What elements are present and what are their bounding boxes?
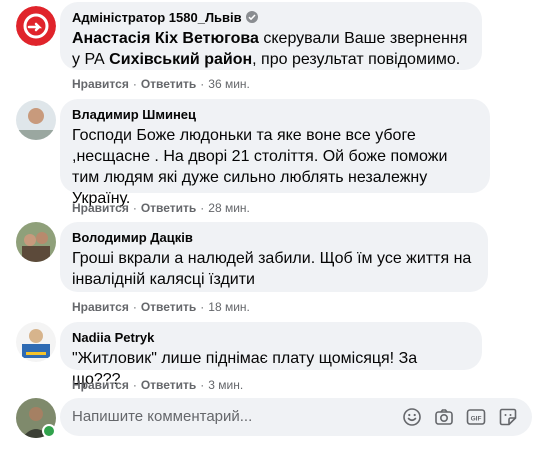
comment-input[interactable]: Напишите комментарий... GIF	[60, 398, 532, 436]
avatar[interactable]	[16, 100, 56, 140]
reply-button[interactable]: Ответить	[141, 378, 196, 392]
avatar[interactable]	[16, 222, 56, 262]
comment-actions: Нравится · Ответить · 3 мин.	[72, 377, 243, 393]
comment-text: Гроші вкрали а налюдей забили. Щоб їм ус…	[72, 250, 472, 288]
comment-text: Господи Боже людоньки та яке воне все уб…	[72, 127, 448, 207]
online-status-dot	[42, 424, 56, 438]
separator-dot: ·	[132, 77, 137, 91]
separator-dot: ·	[200, 77, 205, 91]
avatar[interactable]	[16, 6, 56, 46]
comment-bubble: Адміністратор 1580_Львів Анастасія Кіх В…	[60, 2, 482, 70]
comment-bubble: Владимир Шминец Господи Боже людоньки та…	[60, 99, 490, 207]
like-button[interactable]: Нравится	[72, 300, 129, 314]
comment-author[interactable]: Nadiia Petryk	[72, 330, 154, 345]
like-button[interactable]: Нравится	[72, 77, 129, 91]
gif-icon[interactable]: GIF	[466, 407, 486, 427]
comment-time[interactable]: 28 мин.	[208, 201, 250, 215]
reply-button[interactable]: Ответить	[141, 77, 196, 91]
comment-author[interactable]: Адміністратор 1580_Львів	[72, 10, 242, 25]
comment-time[interactable]: 36 мин.	[208, 77, 250, 91]
separator-dot: ·	[132, 378, 137, 392]
comment-text: Анастасія Кіх Ветюгова скерували Ваше зв…	[72, 28, 470, 70]
mentioned-page[interactable]: Сихівський район	[109, 51, 252, 68]
comment-input-placeholder: Напишите комментарий...	[72, 408, 253, 425]
comment-author[interactable]: Владимир Шминец	[72, 107, 196, 122]
camera-icon[interactable]	[434, 407, 454, 427]
emoji-icon[interactable]	[402, 407, 422, 427]
like-button[interactable]: Нравится	[72, 378, 129, 392]
comment-bubble: Nadiia Petryk "Житловик" лише піднімає п…	[60, 322, 482, 388]
sticker-icon[interactable]	[498, 407, 518, 427]
separator-dot: ·	[132, 201, 137, 215]
comment-time[interactable]: 18 мин.	[208, 300, 250, 314]
verified-icon	[245, 11, 258, 23]
comment-actions: Нравится · Ответить · 36 мин.	[72, 76, 250, 92]
comment-author[interactable]: Володимир Дацків	[72, 230, 193, 245]
svg-text:GIF: GIF	[471, 415, 482, 422]
comment-actions: Нравится · Ответить · 18 мин.	[72, 299, 250, 315]
comment-actions: Нравится · Ответить · 28 мин.	[72, 200, 250, 216]
avatar[interactable]	[16, 322, 56, 362]
reply-button[interactable]: Ответить	[141, 201, 196, 215]
reply-button[interactable]: Ответить	[141, 300, 196, 314]
comment-bubble: Володимир Дацків Гроші вкрали а налюдей …	[60, 222, 488, 292]
separator-dot: ·	[132, 300, 137, 314]
separator-dot: ·	[200, 378, 205, 392]
mentioned-user[interactable]: Анастасія Кіх Ветюгова	[72, 30, 259, 47]
separator-dot: ·	[200, 201, 205, 215]
like-button[interactable]: Нравится	[72, 201, 129, 215]
separator-dot: ·	[200, 300, 205, 314]
comment-text-segment: , про результат повідомимо.	[252, 51, 461, 68]
comment-time[interactable]: 3 мин.	[208, 378, 243, 392]
